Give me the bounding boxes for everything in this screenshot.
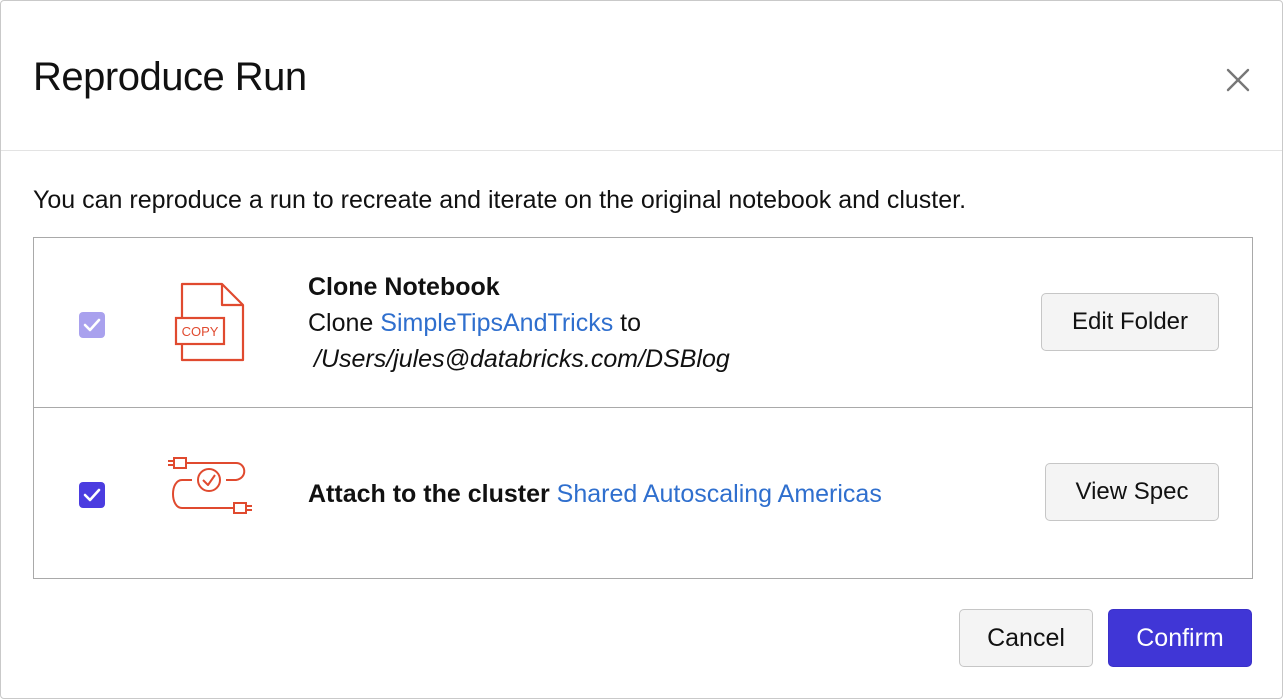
notebook-link[interactable]: SimpleTipsAndTricks	[380, 309, 613, 337]
close-icon[interactable]	[1223, 65, 1253, 95]
clone-notebook-text: Clone Notebook Clone SimpleTipsAndTricks…	[308, 269, 730, 377]
edit-folder-button[interactable]: Edit Folder	[1041, 293, 1219, 351]
attach-cluster-text: Attach to the cluster Shared Autoscaling…	[308, 476, 882, 512]
target-folder-path: /Users/jules@databricks.com/DSBlog	[314, 345, 730, 373]
copy-file-icon: COPY	[164, 276, 254, 366]
clone-notebook-title: Clone Notebook	[308, 273, 500, 301]
clone-suffix: to	[620, 309, 642, 337]
attach-cluster-checkbox[interactable]	[79, 482, 105, 508]
view-spec-button[interactable]: View Spec	[1045, 463, 1219, 521]
options-list: COPY Clone Notebook Clone SimpleTipsAndT…	[33, 237, 1253, 579]
reproduce-run-dialog: Reproduce Run You can reproduce a run to…	[0, 0, 1283, 699]
attach-cluster-option: Attach to the cluster Shared Autoscaling…	[34, 408, 1252, 578]
confirm-button[interactable]: Confirm	[1108, 609, 1252, 667]
cluster-link[interactable]: Shared Autoscaling Americas	[557, 480, 882, 508]
dialog-title: Reproduce Run	[33, 55, 307, 99]
attach-cluster-title: Attach to the cluster	[308, 480, 550, 508]
clone-notebook-option: COPY Clone Notebook Clone SimpleTipsAndT…	[34, 238, 1252, 408]
dialog-header: Reproduce Run	[1, 1, 1282, 151]
cancel-button[interactable]: Cancel	[959, 609, 1093, 667]
dialog-description: You can reproduce a run to recreate and …	[33, 186, 967, 214]
clone-notebook-detail: Clone SimpleTipsAndTricks to	[308, 305, 730, 341]
cluster-cable-icon	[164, 448, 254, 538]
clone-notebook-checkbox	[79, 312, 105, 338]
clone-prefix: Clone	[308, 309, 374, 337]
copy-icon-text: COPY	[182, 324, 219, 339]
